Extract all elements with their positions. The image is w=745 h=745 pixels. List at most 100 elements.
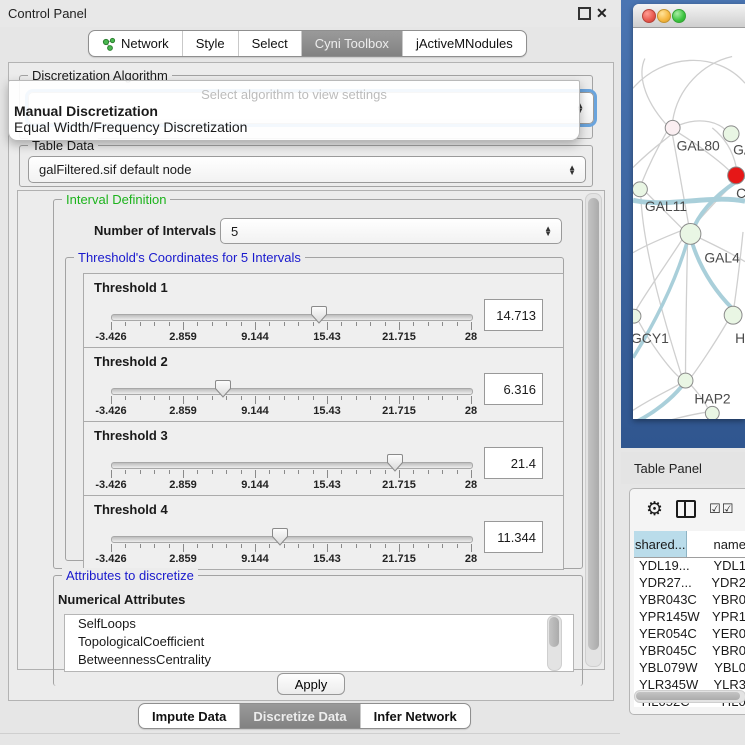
node-label: GCY1 [633, 330, 669, 346]
interval-definition-title: Interval Definition [62, 192, 170, 207]
number-of-intervals-value: 5 [231, 224, 238, 239]
control-panel-titlebar: Control Panel ✕ [0, 0, 620, 27]
network-node-gal4[interactable] [680, 223, 701, 244]
threshold-label: Threshold 4 [94, 502, 168, 517]
cell-name: YDL1 [708, 558, 745, 575]
threshold-value-field[interactable]: 14.713 [484, 299, 543, 331]
tick-label: 15.43 [313, 331, 341, 343]
threshold-value-field[interactable]: 6.316 [484, 373, 543, 405]
tab-impute-data[interactable]: Impute Data [139, 704, 240, 728]
tick-label: 2.859 [169, 553, 197, 565]
column-header-name[interactable]: name [687, 531, 745, 557]
tab-label: Style [196, 36, 225, 51]
close-icon[interactable]: ✕ [596, 7, 608, 19]
threshold-slider-track[interactable] [111, 462, 473, 469]
tab-jactivemnodules[interactable]: jActiveMNodules [403, 31, 526, 56]
cell-name: YBL0 [709, 660, 745, 677]
table-row[interactable]: YBR045CYBR0 [634, 643, 745, 660]
minimize-window-icon[interactable] [657, 9, 671, 23]
tick-label: 28 [465, 331, 477, 343]
cell-shared-name: YER054C [634, 626, 707, 643]
network-node-hap2[interactable] [678, 373, 693, 388]
attribute-item[interactable]: SelfLoops [65, 615, 573, 633]
tab-label: Impute Data [152, 709, 226, 724]
top-tab-bar: Network Style SelectCyni ToolboxjActiveMNo… [88, 30, 527, 57]
tab-cyni-toolbox[interactable]: Cyni Toolbox [302, 31, 403, 56]
tab-network[interactable]: Network [89, 31, 183, 56]
network-node-gal11[interactable] [633, 182, 647, 197]
threshold-value-field[interactable]: 11.344 [484, 521, 543, 553]
settings-viewport: Interval Definition Number of Intervals … [17, 190, 605, 670]
network-node-h[interactable] [724, 306, 742, 324]
tick-label: 21.715 [382, 331, 416, 343]
tab-select[interactable]: Select [239, 31, 302, 56]
split-columns-icon[interactable] [676, 500, 696, 518]
attributes-scrollbar[interactable] [547, 615, 562, 671]
numerical-attributes-list[interactable]: SelfLoopsTopologicalCoefficientBetweenne… [64, 614, 574, 672]
zoom-window-icon[interactable] [672, 9, 686, 23]
threshold-slider-track[interactable] [111, 388, 473, 395]
panel-title: Control Panel [8, 6, 87, 21]
tick-label: 9.144 [241, 553, 269, 565]
algorithm-option-equal-width-frequency-discretization[interactable]: Equal Width/Frequency Discretization [14, 119, 247, 135]
number-of-intervals-combobox[interactable]: 5 ▲▼ [220, 218, 562, 244]
algorithm-hint-option[interactable]: Select algorithm to view settings [9, 87, 579, 102]
network-canvas[interactable]: GAL80GACGAL11GAL4GCY1HHAP2 [633, 27, 745, 419]
network-view-frame: GAL80GACGAL11GAL4GCY1HHAP2 [621, 0, 745, 448]
threshold-value-field[interactable]: 21.4 [484, 447, 543, 479]
combo-arrows-icon: ▲▼ [544, 226, 552, 236]
gear-icon[interactable]: ⚙ [646, 498, 663, 520]
tick-label: 28 [465, 405, 477, 417]
table-row[interactable]: YDL19...YDL1 [634, 558, 745, 575]
threshold-label: Threshold 1 [94, 280, 168, 295]
control-panel-content: Discretization Algorithm ▲▼ Table Data g… [8, 62, 614, 701]
threshold-slider-track[interactable] [111, 314, 473, 321]
threshold-panel-3: Threshold 3-3.4262.8599.14415.4321.71528… [83, 421, 564, 496]
table-row[interactable]: YBL079WYBL0 [634, 660, 745, 677]
table-row[interactable]: YBR043CYBR0 [634, 592, 745, 609]
node-label: C [736, 185, 745, 201]
network-node-gcy1[interactable] [633, 309, 641, 323]
cell-shared-name: YDL19... [634, 558, 708, 575]
algorithm-dropdown-popup: Select algorithm to view settings Manual… [8, 80, 580, 141]
table-row[interactable]: YDR27...YDR2 [634, 575, 745, 592]
tick-label: 28 [465, 553, 477, 565]
settings-scrollbar[interactable] [585, 193, 602, 667]
threshold-panel-2: Threshold 2-3.4262.8599.14415.4321.71528… [83, 347, 564, 422]
tab-discretize-data[interactable]: Discretize Data [240, 704, 360, 728]
table-row[interactable]: YPR145WYPR1 [634, 609, 745, 626]
tab-label: Network [121, 36, 169, 51]
table-row[interactable]: YER054CYER0 [634, 626, 745, 643]
tab-style[interactable]: Style [183, 31, 239, 56]
network-node[interactable] [705, 406, 719, 419]
node-label: GA [733, 142, 745, 158]
algorithm-option-manual-discretization[interactable]: Manual Discretization [14, 103, 158, 119]
tick-label: -3.426 [95, 331, 126, 343]
tick-label: 15.43 [313, 479, 341, 491]
slider-ticks [111, 470, 471, 478]
checkbox-checked-icon[interactable]: ☑☑ [709, 502, 734, 517]
column-header-shared-name[interactable]: shared... [634, 531, 687, 557]
tick-label: 21.715 [382, 405, 416, 417]
numerical-attributes-label: Numerical Attributes [58, 592, 185, 607]
node-table: shared... name YDL19...YDL1YDR27...YDR2Y… [634, 531, 745, 707]
close-window-icon[interactable] [642, 9, 656, 23]
attribute-item[interactable]: TopologicalCoefficient [65, 633, 573, 651]
table-header-row: shared... name [634, 531, 745, 558]
apply-button[interactable]: Apply [277, 673, 345, 695]
network-node-c[interactable] [728, 167, 745, 184]
float-window-icon[interactable] [578, 7, 591, 20]
table-horizontal-scrollbar[interactable] [634, 690, 745, 703]
threshold-panel-1: Threshold 1-3.4262.8599.14415.4321.71528… [83, 273, 564, 348]
cell-name: YPR1 [707, 609, 745, 626]
tab-infer-network[interactable]: Infer Network [361, 704, 470, 728]
network-node-ga[interactable] [723, 126, 739, 142]
tick-label: 2.859 [169, 331, 197, 343]
divider [0, 733, 620, 734]
threshold-slider-track[interactable] [111, 536, 473, 543]
network-window: GAL80GACGAL11GAL4GCY1HHAP2 [633, 4, 745, 419]
network-node-gal80[interactable] [665, 120, 680, 135]
attribute-item[interactable]: BetweennessCentrality [65, 651, 573, 669]
table-data-combobox[interactable]: galFiltered.sif default node ▲▼ [28, 156, 586, 183]
table-data-value: galFiltered.sif default node [39, 162, 191, 177]
